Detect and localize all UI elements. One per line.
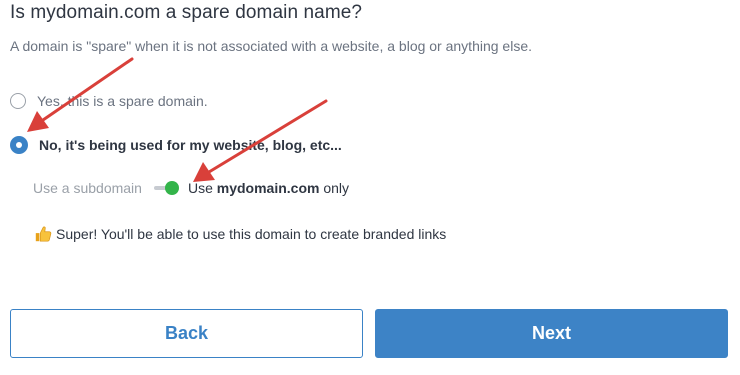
domain-question-page: Is mydomain.com a spare domain name? A d… <box>0 0 740 375</box>
subdomain-toggle-row: Use a subdomain Use mydomain.com only <box>33 180 349 196</box>
option-label: No, it's being used for my website, blog… <box>39 137 342 153</box>
use-subdomain-label: Use a subdomain <box>33 180 142 196</box>
branded-links-info: Super! You'll be able to use this domain… <box>34 225 446 243</box>
option-label: Yes, this is a spare domain. <box>37 93 208 109</box>
back-button[interactable]: Back <box>10 309 363 358</box>
use-prefix: Use <box>187 180 217 196</box>
radio-unselected[interactable] <box>10 93 26 109</box>
option-domain-in-use[interactable]: No, it's being used for my website, blog… <box>10 136 342 154</box>
option-spare-domain[interactable]: Yes, this is a spare domain. <box>10 93 208 109</box>
thumbs-up-icon <box>35 226 52 242</box>
domain-name: mydomain.com <box>216 180 320 196</box>
toggle-knob <box>164 181 179 195</box>
info-text: Super! You'll be able to use this domain… <box>56 226 447 242</box>
next-button[interactable]: Next <box>375 309 728 358</box>
page-description: A domain is "spare" when it is not assoc… <box>10 38 533 54</box>
radio-selected[interactable] <box>10 136 28 154</box>
subdomain-toggle-switch[interactable] <box>153 181 180 195</box>
use-suffix: only <box>319 180 350 196</box>
page-title: Is mydomain.com a spare domain name? <box>10 2 363 23</box>
use-root-domain-label: Use mydomain.com only <box>188 180 349 196</box>
